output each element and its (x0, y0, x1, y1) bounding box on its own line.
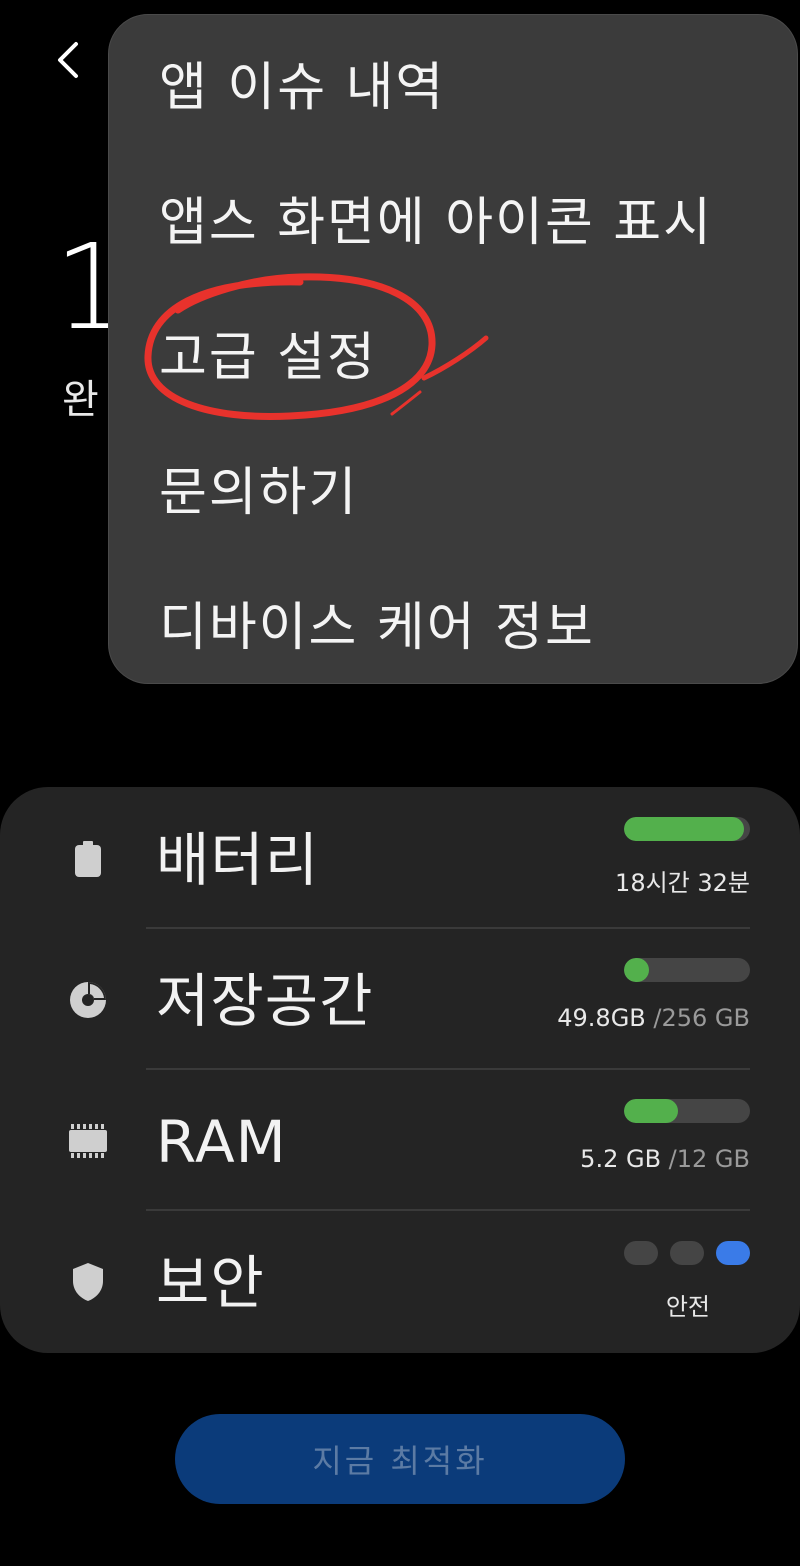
chevron-left-icon (58, 42, 78, 78)
security-dot-active (716, 1241, 750, 1265)
device-status-text: 완 (62, 377, 99, 423)
security-row[interactable]: 보안 (0, 1210, 800, 1351)
storage-used: 49.8GB (557, 1004, 646, 1032)
shield-icon (66, 1260, 110, 1304)
ram-bar (624, 1099, 750, 1123)
storage-row[interactable]: 저장공간 49.8GB /256 GB (0, 928, 800, 1070)
battery-label: 배터리 (156, 826, 320, 894)
menu-item-advanced-settings[interactable]: 고급 설정 (159, 302, 377, 402)
ram-total: /12 GB (668, 1145, 750, 1173)
ram-chip-icon (66, 1119, 110, 1163)
menu-item-app-issue-history[interactable]: 앱 이슈 내역 (159, 32, 445, 132)
storage-value: 49.8GB /256 GB (557, 1004, 750, 1032)
security-level-dots (624, 1241, 750, 1265)
device-stats-card: 배터리 18시간 32분 저장공간 49.8GB /256 GB RAM 5.2… (0, 787, 800, 1353)
ram-value: 5.2 GB /12 GB (580, 1145, 750, 1173)
storage-pie-icon (66, 978, 110, 1022)
back-button[interactable] (44, 36, 92, 84)
battery-value: 18시간 32분 (615, 869, 750, 897)
ram-label: RAM (156, 1108, 287, 1176)
overflow-menu: 앱 이슈 내역 앱스 화면에 아이콘 표시 고급 설정 문의하기 디바이스 케어… (108, 14, 798, 684)
menu-item-about-device-care[interactable]: 디바이스 케어 정보 (159, 572, 595, 672)
security-label: 보안 (156, 1249, 265, 1317)
ram-bar-fill (624, 1099, 679, 1123)
ram-used: 5.2 GB (580, 1145, 662, 1173)
storage-label: 저장공간 (156, 967, 374, 1035)
security-dot (670, 1241, 704, 1265)
storage-total: /256 GB (653, 1004, 750, 1032)
storage-bar-fill (624, 958, 649, 982)
security-dot (624, 1241, 658, 1265)
storage-bar (624, 958, 750, 982)
ram-row[interactable]: RAM 5.2 GB /12 GB (0, 1069, 800, 1211)
battery-row[interactable]: 배터리 18시간 32분 (0, 787, 800, 929)
battery-bar-fill (624, 817, 744, 841)
optimize-now-button[interactable]: 지금 최적화 (175, 1414, 625, 1504)
security-status: 안전 (665, 1293, 710, 1321)
battery-icon (66, 837, 110, 881)
battery-bar (624, 817, 750, 841)
menu-item-contact-us[interactable]: 문의하기 (159, 437, 358, 537)
menu-item-show-icon-on-apps-screen[interactable]: 앱스 화면에 아이콘 표시 (159, 167, 713, 267)
device-care-screen: 1 완 앱 이슈 내역 앱스 화면에 아이콘 표시 고급 설정 문의하기 디바이… (0, 0, 800, 1566)
